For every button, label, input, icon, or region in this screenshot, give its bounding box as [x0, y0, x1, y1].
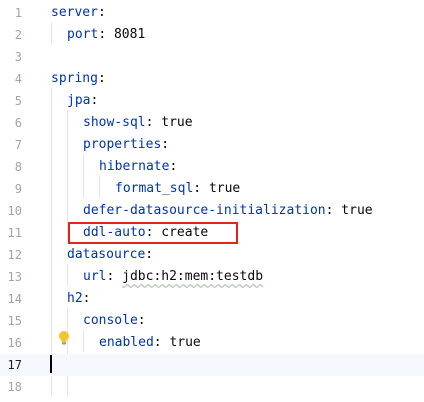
yaml-key: spring: [51, 71, 98, 86]
code-line[interactable]: 8 hibernate:: [0, 156, 424, 178]
code-line[interactable]: 18: [0, 376, 424, 398]
code-line[interactable]: 2 port: 8081: [0, 24, 424, 46]
yaml-key: format_sql: [115, 181, 194, 196]
line-number: 12: [7, 248, 22, 262]
yaml-separator: :: [169, 159, 178, 174]
yaml-value: true: [161, 115, 193, 130]
yaml-key: port: [67, 27, 99, 42]
lightbulb-icon[interactable]: [58, 330, 70, 346]
line-number: 10: [7, 204, 22, 218]
yaml-separator: :: [161, 137, 170, 152]
code-line[interactable]: 14 h2:: [0, 288, 424, 310]
yaml-separator: :: [145, 247, 154, 262]
yaml-value: true: [208, 181, 241, 196]
yaml-key: url: [83, 269, 107, 284]
line-number: 15: [7, 314, 22, 328]
yaml-separator: :: [90, 93, 99, 108]
code-line[interactable]: 15 console:: [0, 310, 424, 332]
yaml-value: jdbc:h2:mem:testdb: [122, 269, 264, 284]
yaml-value: true: [169, 335, 201, 350]
line-number: 2: [14, 28, 22, 42]
code-line[interactable]: 12 datasource:: [0, 244, 424, 266]
yaml-key: h2: [67, 291, 83, 306]
yaml-separator: :: [325, 203, 342, 218]
yaml-key: show-sql: [83, 115, 146, 130]
line-number: 8: [14, 160, 22, 174]
code-line[interactable]: 4 spring:: [0, 68, 424, 90]
code-line[interactable]: 1 server:: [0, 2, 424, 24]
line-number: 7: [14, 138, 22, 152]
code-line[interactable]: 9 format_sql: true: [0, 178, 424, 200]
yaml-key: console: [83, 313, 138, 328]
line-number: 18: [7, 380, 22, 394]
yaml-key: datasource: [67, 247, 146, 262]
yaml-value: true: [341, 203, 373, 218]
current-line[interactable]: 17: [0, 354, 424, 376]
line-number: 6: [14, 116, 22, 130]
yaml-separator: :: [137, 313, 146, 328]
yaml-key: server: [51, 5, 98, 20]
line-number: 13: [7, 270, 22, 284]
line-number: 4: [14, 72, 22, 86]
yaml-key: jpa: [67, 93, 91, 108]
yaml-separator: :: [193, 181, 209, 196]
yaml-key: enabled: [99, 335, 154, 350]
yaml-key: properties: [83, 137, 162, 152]
code-line[interactable]: 7 properties:: [0, 134, 424, 156]
text-caret: [50, 355, 52, 373]
line-number: 5: [14, 94, 22, 108]
line-number: 17: [7, 358, 22, 372]
yaml-separator: :: [97, 5, 106, 20]
line-number: 1: [14, 6, 22, 20]
yaml-separator: :: [145, 115, 162, 130]
line-number: 9: [14, 182, 22, 196]
yaml-separator: :: [153, 335, 170, 350]
yaml-separator: :: [98, 27, 114, 42]
code-editor[interactable]: 1 server: 2 port: 8081 3 4 spring: 5 jpa…: [0, 0, 424, 402]
yaml-key: hibernate: [99, 159, 170, 174]
code-line[interactable]: 5 jpa:: [0, 90, 424, 112]
line-number: 3: [14, 50, 22, 64]
highlight-box: [68, 222, 238, 244]
line-number: 16: [7, 336, 22, 350]
line-number: 11: [7, 226, 22, 240]
yaml-value: 8081: [113, 27, 146, 42]
code-line[interactable]: 13 url: jdbc:h2:mem:testdb: [0, 266, 424, 288]
yaml-separator: :: [82, 291, 91, 306]
code-line[interactable]: 6 show-sql: true: [0, 112, 424, 134]
yaml-key: defer-datasource-initialization: [83, 203, 326, 218]
yaml-separator: :: [97, 71, 106, 86]
code-line[interactable]: 3: [0, 46, 424, 68]
code-line[interactable]: 10 defer-datasource-initialization: true: [0, 200, 424, 222]
line-number: 14: [7, 292, 22, 306]
yaml-separator: :: [106, 269, 123, 284]
